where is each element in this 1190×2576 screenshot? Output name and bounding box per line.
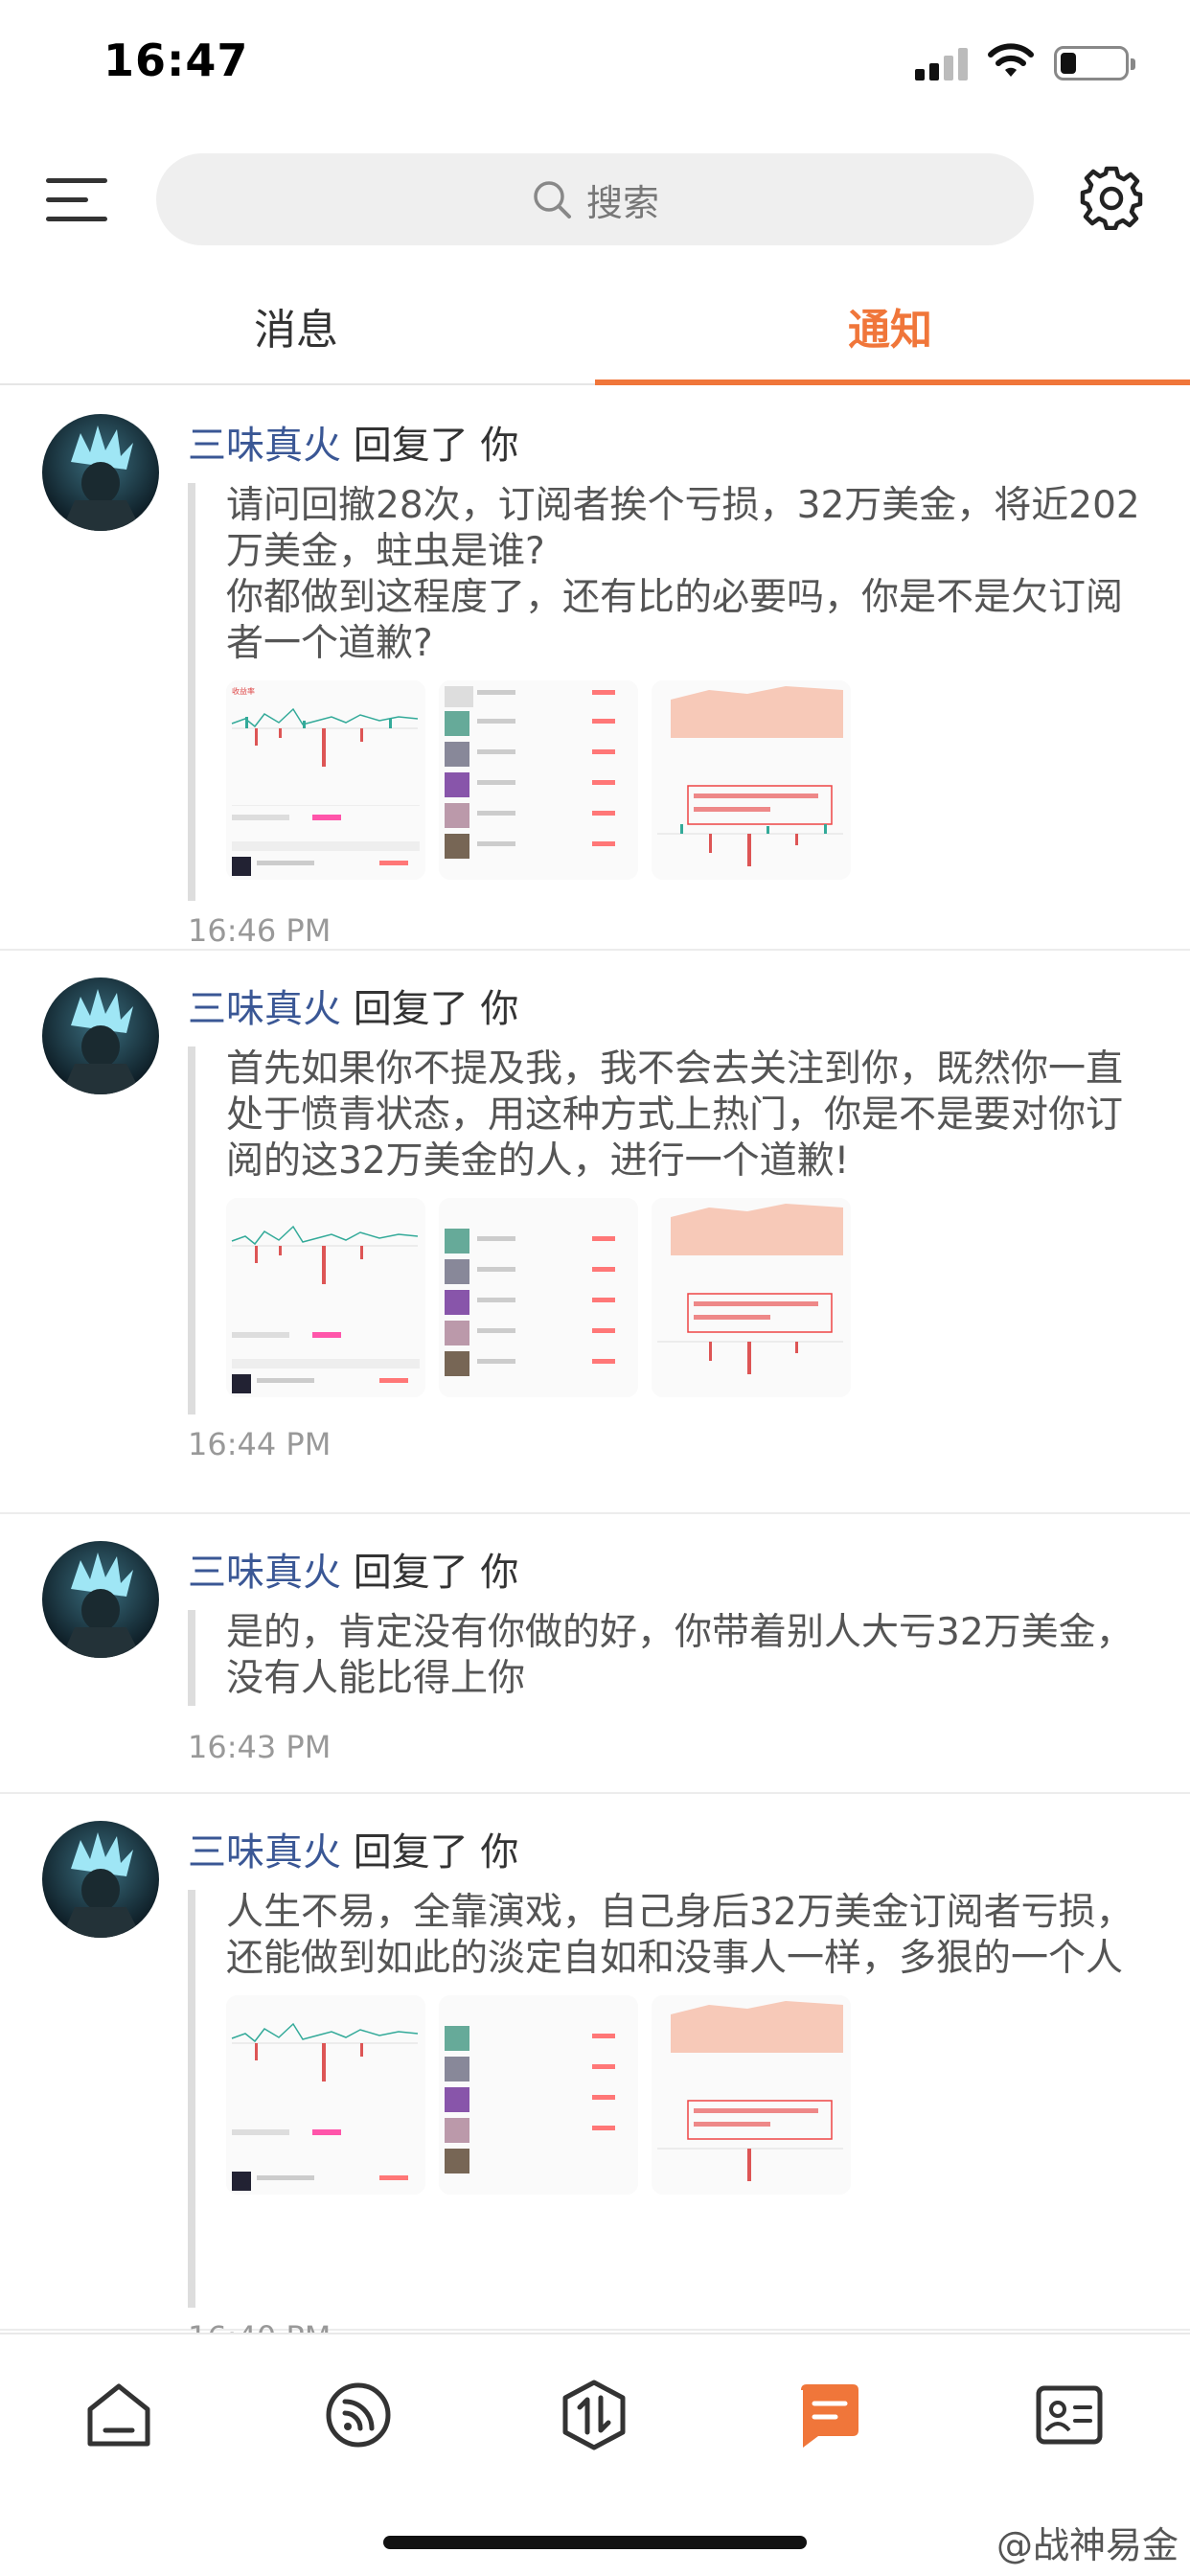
username-link[interactable]: 三味真火 bbox=[188, 1551, 341, 1595]
action-text: 回复了 你 bbox=[353, 987, 519, 1031]
gear-icon[interactable] bbox=[1079, 165, 1144, 230]
image-thumbnail[interactable] bbox=[226, 1198, 425, 1397]
notification-header: 三味真火 回复了 你 bbox=[188, 978, 518, 1033]
notification-item[interactable]: 三味真火 回复了 你 首先如果你不提及我，我不会去关注到你，既然你一直处于愤青状… bbox=[0, 951, 1190, 1514]
avatar[interactable] bbox=[42, 414, 159, 531]
message-icon[interactable] bbox=[791, 2377, 868, 2453]
battery-icon bbox=[1054, 46, 1135, 80]
tab-notifications[interactable]: 通知 bbox=[848, 295, 932, 356]
image-thumbnail[interactable] bbox=[226, 1995, 425, 2195]
username-link[interactable]: 三味真火 bbox=[188, 987, 341, 1031]
reply-text: 首先如果你不提及我，我不会去关注到你，既然你一直处于愤青状态，用这种方式上热门，… bbox=[226, 1047, 1124, 1183]
image-thumbnail[interactable] bbox=[652, 1995, 851, 2195]
reply-quote: 是的，肯定没有你做的好，你带着别人大亏32万美金，没有人能比得上你 bbox=[188, 1610, 1146, 1706]
timestamp: 16:43 PM bbox=[188, 1729, 332, 1765]
image-thumbnail[interactable] bbox=[439, 1995, 638, 2195]
notification-header: 三味真火 回复了 你 bbox=[188, 1821, 518, 1876]
image-thumbnails bbox=[226, 1995, 1146, 2195]
timestamp: 16:46 PM bbox=[188, 912, 332, 949]
notification-feed[interactable]: 三味真火 回复了 你 请问回撤28次，订阅者挨个亏损，32万美金，将近202万美… bbox=[0, 387, 1190, 2333]
avatar[interactable] bbox=[42, 1821, 159, 1938]
image-thumbnail[interactable] bbox=[652, 1198, 851, 1397]
status-time: 16:47 bbox=[103, 34, 249, 86]
reply-text: 是的，肯定没有你做的好，你带着别人大亏32万美金，没有人能比得上你 bbox=[226, 1611, 1133, 1700]
reply-quote: 首先如果你不提及我，我不会去关注到你，既然你一直处于愤青状态，用这种方式上热门，… bbox=[188, 1046, 1146, 1414]
home-indicator[interactable] bbox=[383, 2536, 807, 2549]
reply-text: 人生不易，全靠演戏，自己身后32万美金订阅者亏损，还能做到如此的淡定自如和没事人… bbox=[226, 1891, 1133, 1980]
username-link[interactable]: 三味真火 bbox=[188, 1830, 341, 1874]
reply-text: 请问回撤28次，订阅者挨个亏损，32万美金，将近202万美金，蛀虫是谁? 你都做… bbox=[226, 484, 1140, 665]
image-thumbnails: 收益率 bbox=[226, 680, 1146, 880]
notification-header: 三味真火 回复了 你 bbox=[188, 1541, 518, 1597]
signal-icon bbox=[915, 46, 969, 80]
reply-quote: 人生不易，全靠演戏，自己身后32万美金订阅者亏损，还能做到如此的淡定自如和没事人… bbox=[188, 1890, 1146, 2308]
timestamp: 16:44 PM bbox=[188, 1426, 332, 1462]
reply-quote: 请问回撤28次，订阅者挨个亏损，32万美金，将近202万美金，蛀虫是谁? 你都做… bbox=[188, 483, 1146, 901]
avatar[interactable] bbox=[42, 978, 159, 1094]
svg-text:收益率: 收益率 bbox=[232, 686, 255, 696]
profile-card-icon[interactable] bbox=[1031, 2377, 1108, 2453]
menu-icon[interactable] bbox=[46, 172, 107, 226]
image-thumbnail[interactable] bbox=[439, 680, 638, 880]
trade-icon[interactable] bbox=[556, 2377, 632, 2453]
notification-item[interactable]: 三味真火 回复了 你 人生不易，全靠演戏，自己身后32万美金订阅者亏损，还能做到… bbox=[0, 1794, 1190, 2333]
header: 搜索 bbox=[0, 144, 1190, 249]
feed-icon[interactable] bbox=[320, 2377, 397, 2453]
notification-item[interactable]: 三味真火 回复了 你 请问回撤28次，订阅者挨个亏损，32万美金，将近202万美… bbox=[0, 387, 1190, 951]
wifi-icon bbox=[988, 43, 1034, 77]
username-link[interactable]: 三味真火 bbox=[188, 424, 341, 468]
tab-messages[interactable]: 消息 bbox=[254, 295, 338, 356]
action-text: 回复了 你 bbox=[353, 1830, 519, 1874]
image-thumbnail[interactable]: 收益率 bbox=[226, 680, 425, 880]
home-icon[interactable] bbox=[80, 2377, 157, 2453]
action-text: 回复了 你 bbox=[353, 424, 519, 468]
watermark: @战神易金 bbox=[995, 2524, 1179, 2566]
image-thumbnail[interactable] bbox=[439, 1198, 638, 1397]
status-bar: 16:47 bbox=[0, 0, 1190, 125]
search-placeholder: 搜索 bbox=[585, 181, 659, 224]
image-thumbnails bbox=[226, 1198, 1146, 1397]
search-icon bbox=[534, 181, 571, 218]
tab-bar: 消息 通知 bbox=[0, 278, 1190, 385]
timestamp: 16:40 PM bbox=[188, 2319, 331, 2333]
search-input[interactable]: 搜索 bbox=[156, 153, 1034, 245]
action-text: 回复了 你 bbox=[353, 1551, 519, 1595]
notification-header: 三味真火 回复了 你 bbox=[188, 414, 518, 470]
image-thumbnail[interactable] bbox=[652, 680, 851, 880]
active-tab-indicator bbox=[595, 380, 1190, 385]
notification-item[interactable]: 三味真火 回复了 你 是的，肯定没有你做的好，你带着别人大亏32万美金，没有人能… bbox=[0, 1514, 1190, 1794]
avatar[interactable] bbox=[42, 1541, 159, 1658]
